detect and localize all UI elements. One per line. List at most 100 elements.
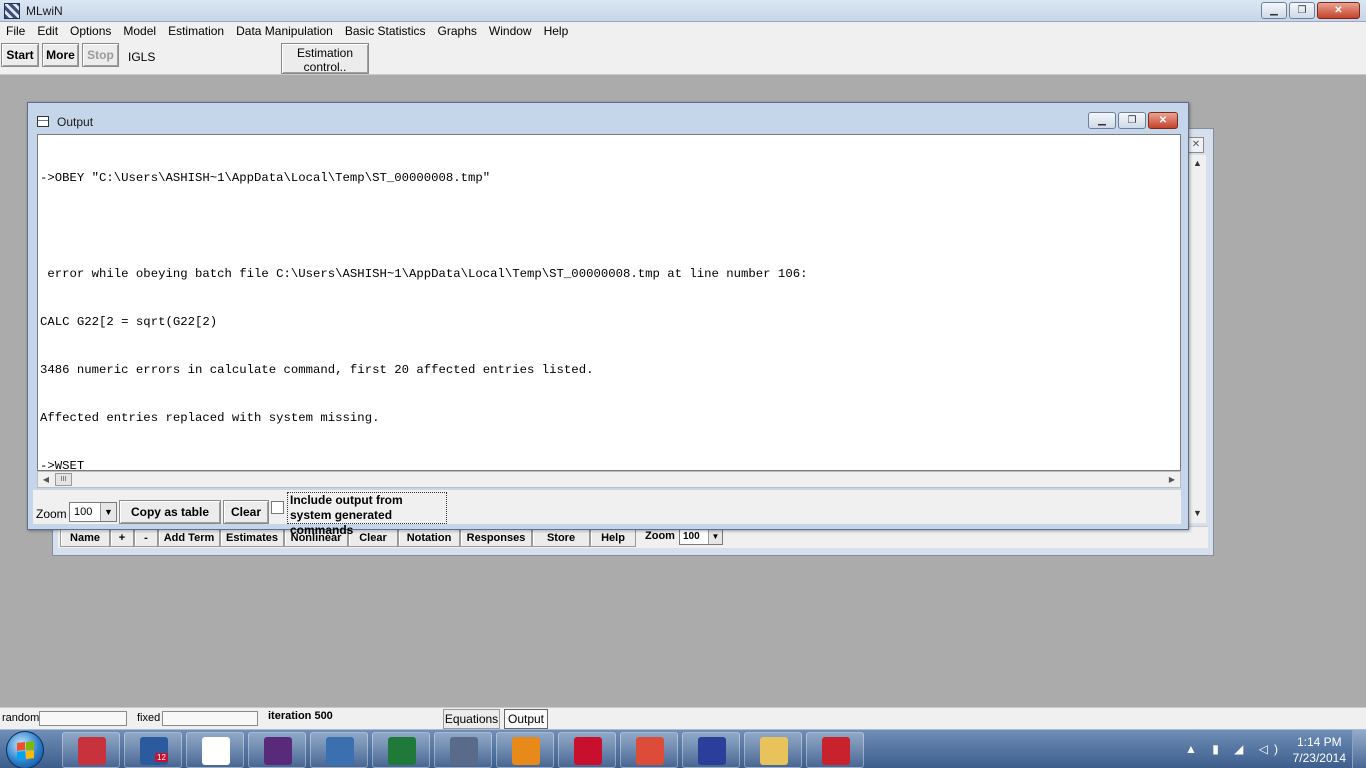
taskbar-button[interactable]: 12 bbox=[124, 732, 182, 768]
menu-model[interactable]: Model bbox=[117, 22, 162, 41]
tray-icons[interactable]: ▲ ▮ ◢ ◁) bbox=[1185, 742, 1284, 756]
clock-date: 7/23/2014 bbox=[1292, 751, 1346, 765]
eq-zoom-select[interactable]: 100 ▼ bbox=[679, 529, 723, 545]
output-line: CALC G22[2 = sqrt(G22[2) bbox=[40, 315, 218, 329]
eq-zoom-label: Zoom bbox=[645, 530, 675, 542]
app-minimize-button[interactable]: ▁ bbox=[1261, 2, 1287, 19]
iteration-status: iteration 500 bbox=[268, 710, 333, 722]
output-window-controls: ▁ ❐ ✕ bbox=[1088, 112, 1178, 129]
output-minimize-button[interactable]: ▁ bbox=[1088, 112, 1116, 129]
pdf-app-icon bbox=[822, 737, 850, 765]
taskbar-button[interactable] bbox=[186, 732, 244, 768]
estimation-control-line2: control.. bbox=[303, 60, 347, 74]
output-line: ->WSET bbox=[40, 459, 85, 471]
taskbar-button[interactable] bbox=[310, 732, 368, 768]
eq-estimates-button[interactable]: Estimates bbox=[220, 529, 284, 547]
cald-app-icon bbox=[264, 737, 292, 765]
output-window-icon[interactable] bbox=[37, 116, 49, 127]
app-window-controls: ▁ ❐ ✕ bbox=[1261, 2, 1360, 19]
menu-file[interactable]: File bbox=[0, 22, 31, 41]
taskbar-button[interactable] bbox=[62, 732, 120, 768]
output-horizontal-scrollbar[interactable]: ◀ III ▶ bbox=[37, 471, 1181, 488]
stop-button[interactable]: Stop bbox=[82, 43, 119, 67]
random-label: random bbox=[2, 712, 40, 724]
taskbar-button[interactable] bbox=[744, 732, 802, 768]
eq-add-term-button[interactable]: Add Term bbox=[158, 529, 220, 547]
eq-responses-button[interactable]: Responses bbox=[460, 529, 532, 547]
show-desktop-button[interactable] bbox=[1352, 730, 1366, 768]
menu-edit[interactable]: Edit bbox=[31, 22, 64, 41]
status-bar: random fixed iteration 500 Equations Out… bbox=[0, 707, 1366, 729]
sync-app-icon bbox=[512, 737, 540, 765]
scroll-thumb[interactable]: III bbox=[55, 473, 72, 486]
app-title: MLwiN bbox=[26, 4, 63, 18]
menu-window[interactable]: Window bbox=[483, 22, 538, 41]
estimation-control-button[interactable]: Estimation control.. bbox=[281, 43, 369, 74]
menu-bar: File Edit Options Model Estimation Data … bbox=[0, 22, 1366, 41]
equations-close-icon[interactable]: ✕ bbox=[1188, 137, 1204, 153]
output-line: Affected entries replaced with system mi… bbox=[40, 411, 380, 425]
tab-equations[interactable]: Equations bbox=[443, 709, 500, 729]
scroll-down-icon[interactable]: ▼ bbox=[1189, 505, 1206, 522]
tab-output[interactable]: Output bbox=[504, 709, 548, 729]
fixed-field bbox=[162, 711, 258, 726]
menu-options[interactable]: Options bbox=[64, 22, 117, 41]
menu-data-manipulation[interactable]: Data Manipulation bbox=[230, 22, 339, 41]
start-button[interactable]: Start bbox=[1, 43, 39, 67]
taskbar-button[interactable] bbox=[806, 732, 864, 768]
equations-vertical-scrollbar[interactable]: ▲ ▼ bbox=[1188, 155, 1206, 523]
eq-clear-button[interactable]: Clear bbox=[348, 529, 398, 547]
output-maximize-button[interactable]: ❐ bbox=[1118, 112, 1146, 129]
eq-minus-button[interactable]: - bbox=[134, 529, 158, 547]
eq-notation-button[interactable]: Notation bbox=[398, 529, 460, 547]
eq-name-button[interactable]: Name bbox=[60, 529, 110, 547]
menu-basic-statistics[interactable]: Basic Statistics bbox=[339, 22, 432, 41]
output-title: Output bbox=[57, 115, 94, 129]
taskbar-button[interactable] bbox=[558, 732, 616, 768]
clear-output-button[interactable]: Clear bbox=[223, 500, 269, 524]
windows-taskbar: 12 ▲ ▮ ◢ ◁) 1:14 PM 7/23/2014 bbox=[0, 729, 1366, 768]
zoom-select[interactable]: 100 ▼ bbox=[69, 502, 117, 522]
taskbar-button[interactable] bbox=[620, 732, 678, 768]
output-window: Output ▁ ❐ ✕ ->OBEY "C:\Users\ASHISH~1\A… bbox=[27, 102, 1189, 537]
scroll-left-icon[interactable]: ◀ bbox=[38, 472, 54, 487]
fixed-label: fixed bbox=[137, 712, 161, 724]
app-maximize-button[interactable]: ❐ bbox=[1289, 2, 1315, 19]
mlwin-logo-icon[interactable] bbox=[4, 3, 20, 19]
network-app-icon bbox=[202, 737, 230, 765]
clock[interactable]: 1:14 PM 7/23/2014 bbox=[1293, 734, 1346, 766]
taskbar-button[interactable] bbox=[496, 732, 554, 768]
estimation-method-label: IGLS bbox=[128, 50, 156, 64]
mlwin-app-icon bbox=[450, 737, 478, 765]
chevron-down-icon[interactable]: ▼ bbox=[708, 530, 722, 544]
taskbar-button[interactable] bbox=[248, 732, 306, 768]
menu-estimation[interactable]: Estimation bbox=[162, 22, 230, 41]
output-titlebar[interactable]: Output ▁ ❐ ✕ bbox=[28, 103, 1188, 131]
start-button-icon[interactable] bbox=[6, 731, 44, 768]
output-line: error while obeying batch file C:\Users\… bbox=[40, 267, 808, 281]
eq-zoom-value: 100 bbox=[683, 531, 700, 542]
scroll-right-icon[interactable]: ▶ bbox=[1164, 472, 1180, 487]
menu-help[interactable]: Help bbox=[538, 22, 575, 41]
menu-graphs[interactable]: Graphs bbox=[432, 22, 483, 41]
include-system-commands-label[interactable]: Include output from system generated com… bbox=[287, 492, 447, 537]
main-toolbar: Start More Stop IGLS Estimation control.… bbox=[0, 41, 1366, 75]
more-button[interactable]: More bbox=[42, 43, 79, 67]
taskbar-button[interactable] bbox=[434, 732, 492, 768]
output-text-area[interactable]: ->OBEY "C:\Users\ASHISH~1\AppData\Local\… bbox=[37, 134, 1181, 471]
scroll-up-icon[interactable]: ▲ bbox=[1189, 155, 1206, 172]
eq-help-button[interactable]: Help bbox=[590, 529, 636, 547]
copy-as-table-button[interactable]: Copy as table bbox=[119, 500, 221, 524]
zoom-label: Zoom bbox=[36, 507, 67, 521]
output-close-button[interactable]: ✕ bbox=[1148, 112, 1178, 129]
output-line: ->OBEY "C:\Users\ASHISH~1\AppData\Local\… bbox=[40, 171, 491, 185]
include-system-commands-checkbox[interactable] bbox=[271, 501, 284, 514]
system-tray: ▲ ▮ ◢ ◁) 1:14 PM 7/23/2014 bbox=[1181, 730, 1366, 768]
eq-plus-button[interactable]: + bbox=[110, 529, 134, 547]
taskbar-button[interactable] bbox=[682, 732, 740, 768]
eq-store-button[interactable]: Store bbox=[532, 529, 590, 547]
chevron-down-icon[interactable]: ▼ bbox=[100, 503, 116, 521]
taskbar-button[interactable] bbox=[372, 732, 430, 768]
output-controls: Zoom 100 ▼ Copy as table Clear Include o… bbox=[33, 490, 1181, 537]
app-close-button[interactable]: ✕ bbox=[1317, 2, 1360, 19]
